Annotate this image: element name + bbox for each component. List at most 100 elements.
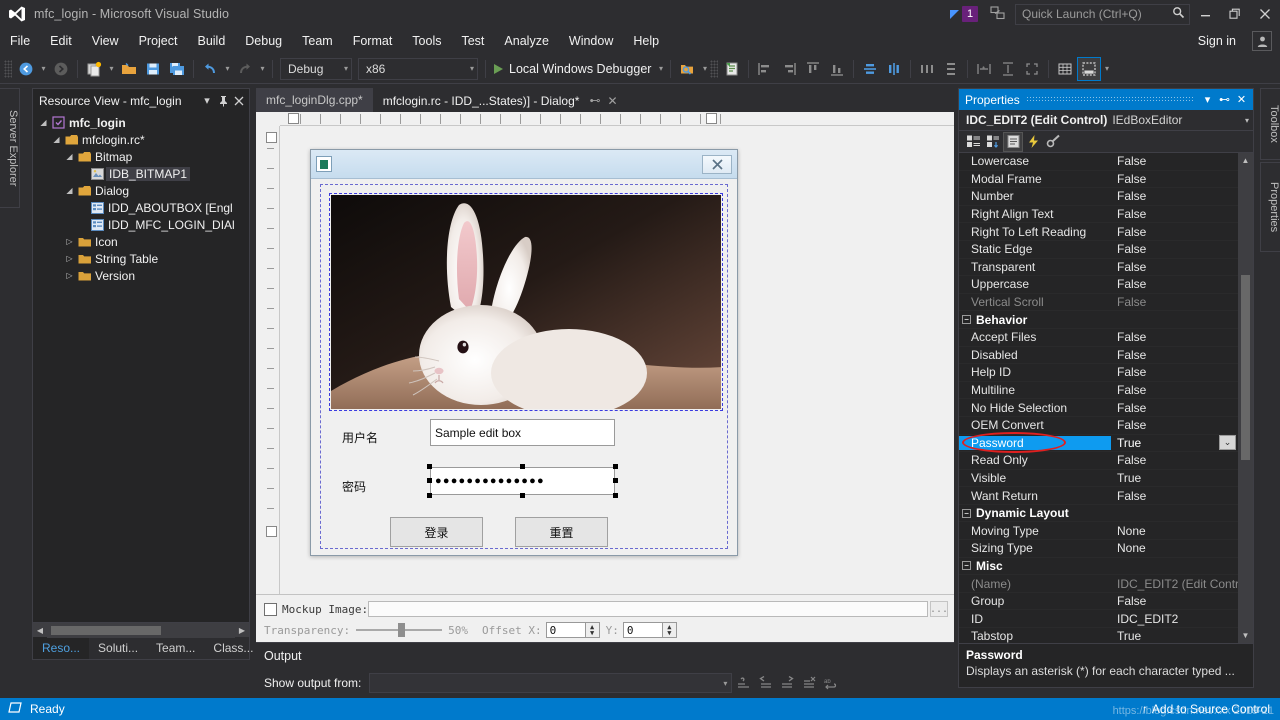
password-edit-box[interactable]: ●●●●●●●●●●●●●● <box>430 467 615 495</box>
collapse-icon[interactable]: − <box>962 508 971 518</box>
expander-icon[interactable]: ▷ <box>63 237 76 246</box>
events-icon[interactable] <box>1023 132 1043 152</box>
quick-launch-input[interactable]: Quick Launch (Ctrl+Q) <box>1015 3 1190 25</box>
resize-handle-s[interactable] <box>520 493 525 498</box>
find-in-files-icon[interactable] <box>675 57 699 81</box>
toolbox-strip[interactable]: Toolbox <box>1260 88 1280 160</box>
property-value[interactable]: False <box>1111 453 1238 467</box>
property-row-static-edge[interactable]: Static Edge False <box>959 241 1238 259</box>
property-row-help-id[interactable]: Help ID False <box>959 364 1238 382</box>
redo-icon[interactable] <box>233 57 257 81</box>
property-row-disabled[interactable]: Disabled False <box>959 347 1238 365</box>
property-value[interactable]: False <box>1111 489 1238 503</box>
chevron-down-icon[interactable]: ▾ <box>1245 116 1249 125</box>
resize-handle-n[interactable] <box>520 464 525 469</box>
property-value[interactable]: False <box>1111 594 1238 608</box>
close-icon[interactable]: ✕ <box>607 94 617 108</box>
dialog-designer-surface[interactable]: 用户名 Sample edit box 密码 ●●●●●●●●●●●●●● 登录… <box>256 112 954 594</box>
test-dialog-icon[interactable] <box>1077 56 1102 81</box>
property-value[interactable]: False <box>1111 260 1238 274</box>
property-row-uppercase[interactable]: Uppercase False <box>959 276 1238 294</box>
mockup-image-checkbox[interactable] <box>264 602 277 616</box>
tree-item-idb-bitmap1[interactable]: IDB_BITMAP1 <box>33 165 249 182</box>
property-row-read-only[interactable]: Read Only False <box>959 452 1238 470</box>
property-row-vertical-scroll[interactable]: Vertical Scroll False <box>959 294 1238 312</box>
property-grid-vscrollbar[interactable]: ▲ ▼ <box>1238 153 1253 643</box>
navigate-back-dropdown[interactable]: ▾ <box>38 64 49 73</box>
username-edit-box[interactable]: Sample edit box <box>430 419 615 446</box>
mockup-image-path-input[interactable] <box>368 601 928 617</box>
ruler-guide-handle[interactable] <box>266 132 277 143</box>
chevron-down-icon[interactable]: ▾ <box>1199 93 1216 106</box>
menu-item-file[interactable]: File <box>0 31 40 51</box>
toggle-grid-icon[interactable] <box>1053 57 1077 81</box>
property-row-name[interactable]: (Name) IDC_EDIT2 (Edit Contro <box>959 575 1238 593</box>
menu-item-analyze[interactable]: Analyze <box>494 31 558 51</box>
tree-item-idd-aboutbox[interactable]: IDD_ABOUTBOX [Engl <box>33 199 249 216</box>
property-row-moving-type[interactable]: Moving Type None <box>959 522 1238 541</box>
property-category-dynamic-layout[interactable]: − Dynamic Layout <box>959 504 1238 523</box>
property-value[interactable]: False <box>1111 330 1238 344</box>
align-lefts-icon[interactable] <box>753 57 777 81</box>
account-icon[interactable] <box>1252 31 1272 51</box>
resize-handle-nw[interactable] <box>427 464 432 469</box>
property-row-password[interactable]: Password True ⌄ <box>959 435 1238 453</box>
property-value[interactable]: False <box>1111 189 1238 203</box>
properties-drag-area[interactable] <box>1025 96 1193 103</box>
property-row-group[interactable]: Group False <box>959 593 1238 611</box>
tree-item-string-table-folder[interactable]: ▷ String Table <box>33 250 249 267</box>
property-value[interactable]: False <box>1111 172 1238 186</box>
toggle-word-wrap-icon[interactable]: ab <box>820 673 842 693</box>
tab-solution-explorer[interactable]: Soluti... <box>89 637 147 659</box>
offset-y-spinner[interactable]: ▲ ▼ <box>662 622 677 638</box>
menu-item-build[interactable]: Build <box>187 31 235 51</box>
design-canvas[interactable]: 用户名 Sample edit box 密码 ●●●●●●●●●●●●●● 登录… <box>280 126 954 594</box>
property-row-sizing-type[interactable]: Sizing Type None <box>959 540 1238 558</box>
restore-button[interactable] <box>1220 0 1250 28</box>
property-grid-rows[interactable]: Lowercase False Modal Frame False Number Fa… <box>959 153 1238 643</box>
navigate-back-icon[interactable] <box>14 57 38 81</box>
align-tops-icon[interactable] <box>801 57 825 81</box>
go-to-previous-icon[interactable] <box>754 673 776 693</box>
tree-item-icon-folder[interactable]: ▷ Icon <box>33 233 249 250</box>
go-to-next-icon[interactable] <box>776 673 798 693</box>
close-icon[interactable]: ✕ <box>1233 93 1250 106</box>
resize-handle-ne[interactable] <box>613 464 618 469</box>
make-same-height-icon[interactable] <box>996 57 1020 81</box>
center-horizontal-icon[interactable] <box>882 57 906 81</box>
menu-item-view[interactable]: View <box>82 31 129 51</box>
property-grid[interactable]: Lowercase False Modal Frame False Number Fa… <box>959 153 1253 643</box>
align-rights-icon[interactable] <box>777 57 801 81</box>
tree-item-bitmap-folder[interactable]: ◢ Bitmap <box>33 148 249 165</box>
property-row-lowercase[interactable]: Lowercase False <box>959 153 1238 171</box>
property-value[interactable]: IDC_EDIT2 (Edit Contro <box>1111 577 1238 591</box>
login-button[interactable]: 登录 <box>390 517 483 547</box>
tree-item-idd-mfc-login-dialog[interactable]: IDD_MFC_LOGIN_DIAl <box>33 216 249 233</box>
slider-thumb[interactable] <box>398 623 406 637</box>
tree-item-mfclogin-rc[interactable]: ◢ mfclogin.rc* <box>33 131 249 148</box>
menu-item-project[interactable]: Project <box>129 31 188 51</box>
size-to-content-icon[interactable] <box>1020 57 1044 81</box>
property-row-multiline[interactable]: Multiline False <box>959 382 1238 400</box>
clear-all-icon[interactable] <box>798 673 820 693</box>
space-down-icon[interactable] <box>939 57 963 81</box>
expander-icon[interactable]: ▷ <box>63 254 76 263</box>
property-row-visible[interactable]: Visible True <box>959 470 1238 488</box>
scroll-right-icon[interactable]: ▶ <box>235 626 249 635</box>
hscroll-track[interactable] <box>47 622 235 638</box>
property-row-no-hide-selection[interactable]: No Hide Selection False <box>959 399 1238 417</box>
tree-item-dialog-folder[interactable]: ◢ Dialog <box>33 182 249 199</box>
open-file-icon[interactable] <box>117 57 141 81</box>
make-same-width-icon[interactable]: * <box>972 57 996 81</box>
property-row-transparent[interactable]: Transparent False <box>959 259 1238 277</box>
property-category-behavior[interactable]: − Behavior <box>959 311 1238 329</box>
resize-handle-e[interactable] <box>613 478 618 483</box>
save-all-icon[interactable] <box>165 57 189 81</box>
property-value[interactable]: False <box>1111 348 1238 362</box>
menu-item-format[interactable]: Format <box>343 31 403 51</box>
align-bottoms-icon[interactable] <box>825 57 849 81</box>
property-value[interactable]: IDC_EDIT2 <box>1111 612 1238 626</box>
resource-view-hscrollbar[interactable]: ◀ ▶ <box>33 622 249 638</box>
new-project-dropdown[interactable]: ▾ <box>106 64 117 73</box>
scroll-up-icon[interactable]: ▲ <box>1238 153 1253 168</box>
